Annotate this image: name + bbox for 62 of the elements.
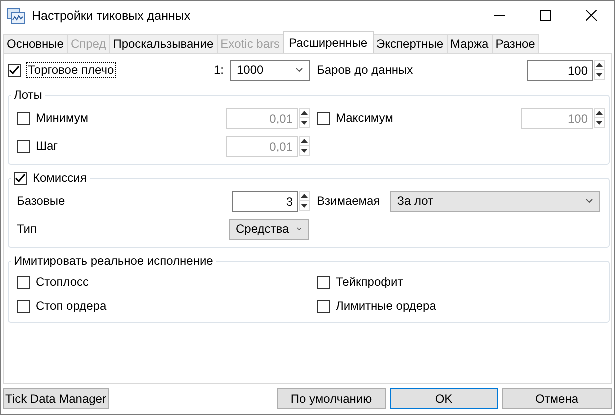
up-triangle-icon bbox=[301, 194, 308, 198]
checkbox-label[interactable]: Торговое плечо bbox=[27, 63, 116, 77]
checkbox[interactable] bbox=[14, 172, 27, 184]
checkbox-label[interactable]: Комиссия bbox=[33, 171, 87, 185]
close-icon[interactable] bbox=[586, 10, 596, 21]
spin-down-button[interactable] bbox=[594, 70, 605, 80]
tab[interactable]: Разное bbox=[492, 34, 540, 53]
spin-down-button[interactable] bbox=[299, 146, 310, 156]
dialog-button[interactable]: OK bbox=[390, 388, 498, 409]
dialog-button[interactable]: Tick Data Manager bbox=[3, 388, 109, 409]
checkbox-label[interactable]: Лимитные ордера bbox=[336, 299, 436, 313]
checkbox[interactable] bbox=[8, 64, 21, 76]
app-icon bbox=[7, 8, 25, 24]
caret-icon bbox=[297, 227, 302, 231]
tab[interactable]: Расширенные bbox=[283, 31, 374, 53]
spin-down-button[interactable] bbox=[299, 118, 310, 128]
number-field[interactable]: 100 bbox=[527, 60, 593, 80]
caret-icon bbox=[586, 199, 594, 203]
field-label: Базовые bbox=[17, 194, 66, 208]
checkbox-label[interactable]: Стоп ордера bbox=[36, 299, 107, 313]
field-label: Взимаемая bbox=[317, 194, 380, 208]
checkbox-label[interactable]: Стоплосс bbox=[36, 275, 90, 289]
checkbox[interactable] bbox=[317, 276, 330, 288]
group-title: Имитировать реальное исполнение bbox=[13, 254, 214, 268]
up-triangle-icon bbox=[301, 111, 308, 115]
number-field[interactable]: 3 bbox=[232, 190, 298, 212]
window-title: Настройки тиковых данных bbox=[32, 8, 191, 22]
up-triangle-icon bbox=[596, 63, 603, 67]
maximize-icon[interactable] bbox=[540, 10, 550, 21]
field-label: Тип bbox=[17, 222, 38, 236]
minimize-icon[interactable] bbox=[494, 15, 504, 16]
dialog-button[interactable]: По умолчанию bbox=[277, 388, 386, 409]
dropdown[interactable]: За лот bbox=[390, 190, 600, 212]
checkbox[interactable] bbox=[17, 276, 30, 288]
group-title: Лоты bbox=[13, 88, 44, 102]
checkbox[interactable] bbox=[317, 300, 330, 312]
ratio-label: 1: bbox=[214, 63, 224, 77]
spin-up-button[interactable] bbox=[299, 108, 310, 118]
checkbox[interactable] bbox=[17, 300, 30, 312]
spin-down-button[interactable] bbox=[594, 118, 605, 128]
down-triangle-icon bbox=[596, 72, 603, 76]
up-triangle-icon bbox=[596, 111, 603, 115]
down-triangle-icon bbox=[301, 204, 308, 208]
checkbox-label[interactable]: Тейкпрофит bbox=[336, 275, 404, 289]
spin-down-button[interactable] bbox=[299, 201, 310, 211]
caret-icon bbox=[296, 68, 303, 72]
dropdown[interactable]: Средства bbox=[229, 218, 309, 240]
dropdown[interactable]: 1000 bbox=[230, 60, 310, 80]
dialog-button[interactable]: Отмена bbox=[502, 388, 612, 409]
tab[interactable]: Основные bbox=[3, 34, 68, 53]
tab[interactable]: Маржа bbox=[446, 34, 493, 53]
tab[interactable]: Экспертные bbox=[372, 34, 448, 53]
spin-up-button[interactable] bbox=[594, 108, 605, 118]
spin-up-button[interactable] bbox=[299, 191, 310, 201]
field-label: Баров до данных bbox=[317, 63, 414, 77]
tab[interactable]: Проскальзывание bbox=[109, 34, 218, 53]
down-triangle-icon bbox=[301, 148, 308, 152]
down-triangle-icon bbox=[301, 120, 308, 124]
spin-up-button[interactable] bbox=[594, 60, 605, 70]
up-triangle-icon bbox=[301, 139, 308, 143]
spin-up-button[interactable] bbox=[299, 136, 310, 146]
down-triangle-icon bbox=[596, 120, 603, 124]
